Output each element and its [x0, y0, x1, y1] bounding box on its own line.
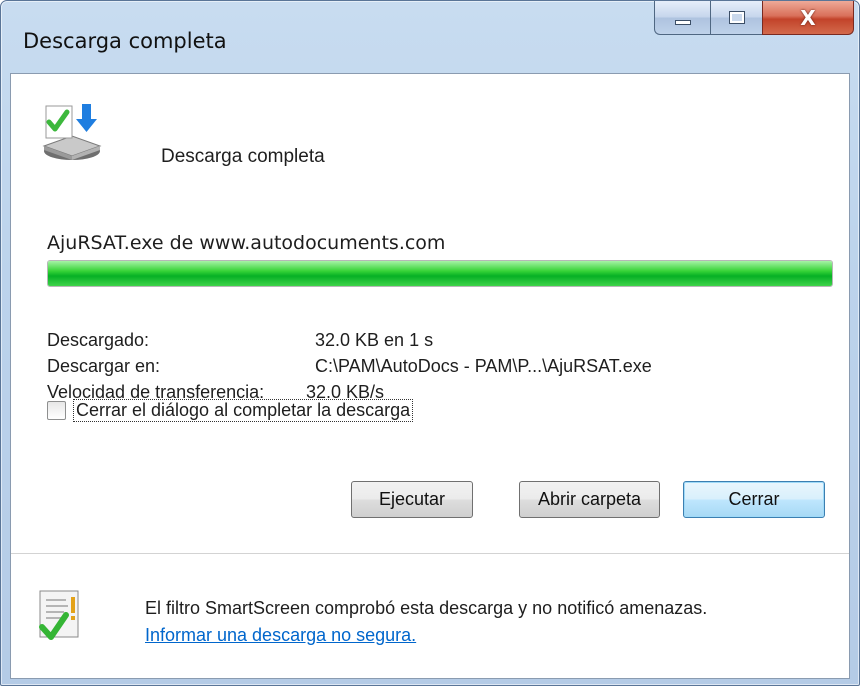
- open-folder-button[interactable]: Abrir carpeta: [519, 481, 660, 518]
- detail-value: C:\PAM\AutoDocs - PAM\P...\AjuRSAT.exe: [315, 356, 652, 376]
- minimize-icon: [674, 20, 691, 25]
- maximize-button[interactable]: [710, 1, 762, 35]
- close-button[interactable]: Cerrar: [683, 481, 825, 518]
- footer-divider: [11, 553, 849, 554]
- close-on-complete-label[interactable]: Cerrar el diálogo al completar la descar…: [73, 399, 414, 422]
- window-title: Descarga completa: [23, 29, 227, 53]
- run-button[interactable]: Ejecutar: [351, 481, 473, 518]
- progress-fill: [48, 261, 832, 286]
- dialog-body: Descarga completa AjuRSAT.exe de www.aut…: [10, 73, 850, 679]
- detail-label: Descargado:: [47, 330, 150, 350]
- caption-buttons: X: [654, 1, 854, 37]
- smartscreen-check-icon: [39, 590, 79, 640]
- download-progress-bar: [47, 260, 833, 287]
- maximize-icon: [728, 11, 745, 24]
- download-source: AjuRSAT.exe de www.autodocuments.com: [47, 232, 446, 254]
- title-bar[interactable]: Descarga completa X: [1, 1, 859, 73]
- detail-value: 32.0 KB en 1 s: [315, 330, 434, 350]
- close-on-complete-option[interactable]: Cerrar el diálogo al completar la descar…: [47, 399, 414, 422]
- report-unsafe-download-link[interactable]: Informar una descarga no segura.: [145, 625, 416, 646]
- header-text: Descarga completa: [161, 146, 325, 167]
- close-icon: X: [800, 5, 816, 30]
- detail-label: Descargar en:: [47, 356, 161, 376]
- minimize-button[interactable]: [654, 1, 710, 35]
- download-complete-window: Descarga completa X Descarga completa Aj…: [0, 0, 860, 686]
- close-on-complete-checkbox[interactable]: [47, 401, 66, 420]
- download-complete-icon: [42, 104, 102, 160]
- smartscreen-message: El filtro SmartScreen comprobó esta desc…: [145, 598, 708, 618]
- close-window-button[interactable]: X: [762, 1, 854, 35]
